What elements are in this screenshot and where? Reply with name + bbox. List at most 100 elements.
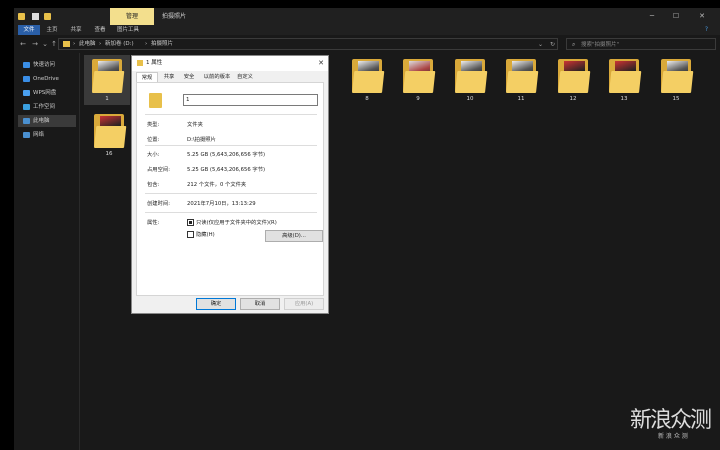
folder-name-field[interactable] (183, 94, 318, 106)
tab-security[interactable]: 安全 (180, 72, 198, 82)
folder-icon (149, 93, 162, 108)
folder-label: 13 (620, 96, 628, 102)
search-box[interactable]: ⌕ (566, 38, 716, 50)
crumb-drive[interactable]: 新加卷 (D:) (105, 39, 134, 50)
crumb-separator: › (99, 41, 102, 47)
ok-button[interactable]: 确定 (196, 298, 236, 310)
folder-icon (403, 59, 436, 93)
sidebar-item-network[interactable]: 网络 (18, 129, 76, 141)
search-input[interactable] (581, 40, 711, 49)
tab-file[interactable]: 文件 (18, 25, 40, 35)
refresh-icon[interactable]: ↻ (550, 39, 555, 50)
folder-label: 9 (416, 96, 420, 102)
dialog-close-button[interactable]: ✕ (318, 56, 324, 71)
new-folder-icon[interactable] (44, 13, 51, 20)
folder-item[interactable]: 11 (498, 55, 544, 105)
chevron-down-icon[interactable]: ⌄ (538, 39, 543, 50)
hidden-label[interactable]: 隐藏(H) (196, 230, 215, 238)
back-button[interactable]: ← (18, 38, 28, 50)
advanced-button[interactable]: 高级(D)... (265, 230, 323, 242)
folder-label: 8 (365, 96, 369, 102)
folder-item[interactable]: 13 (601, 55, 647, 105)
folder-icon (94, 114, 127, 148)
tab-customize[interactable]: 自定义 (234, 72, 256, 82)
folder-item[interactable]: 8 (344, 55, 390, 105)
dialog-title-bar[interactable]: 1 属性 ✕ (132, 56, 328, 71)
tab-picture-tools[interactable]: 图片工具 (112, 25, 144, 35)
divider (145, 212, 317, 213)
divider (145, 114, 317, 115)
computer-icon (23, 117, 30, 124)
folder-label: 15 (672, 96, 680, 102)
location-value: D:\拍摄照片 (187, 137, 216, 143)
tab-previous-versions[interactable]: 以前的版本 (202, 72, 232, 82)
workspace-icon (23, 103, 30, 110)
folder-icon (558, 59, 591, 93)
watermark-subtext: 新 浪 众 测 (658, 433, 688, 440)
readonly-label[interactable]: 只读(仅应用于文件夹中的文件)(R) (196, 218, 277, 226)
tab-sharing[interactable]: 共享 (160, 72, 178, 82)
sidebar-item-quick-access[interactable]: 快速访问 (18, 59, 76, 71)
watermark-logo: 新浪众测 新 浪 众 测 (630, 402, 714, 442)
contextual-tab-manage[interactable]: 管理 (110, 8, 154, 25)
close-button[interactable]: ✕ (690, 8, 714, 25)
contains-value: 212 个文件，0 个文件夹 (187, 182, 247, 188)
attributes-label: 属性: (147, 220, 160, 226)
folder-item[interactable]: 16 (86, 110, 132, 160)
cancel-button[interactable]: 取消 (240, 298, 280, 310)
forward-button[interactable]: → (30, 38, 40, 50)
star-icon (23, 61, 30, 68)
folder-icon (352, 59, 385, 93)
address-bar[interactable]: › 此电脑 › 新加卷 (D:) › 拍摄照片 ⌄ ↻ (58, 38, 558, 50)
sidebar-item-workspace[interactable]: 工作空间 (18, 101, 76, 113)
folder-icon (506, 59, 539, 93)
minimize-button[interactable]: ─ (640, 8, 664, 25)
folder-item[interactable]: 9 (395, 55, 441, 105)
crumb-folder[interactable]: 拍摄照片 (151, 39, 173, 50)
contains-label: 包含: (147, 182, 160, 188)
folder-item[interactable]: 1 (84, 55, 130, 105)
window-title: 拍摄照片 (162, 13, 187, 20)
folder-label: 16 (105, 151, 113, 157)
tab-general[interactable]: 常规 (136, 72, 158, 82)
tab-view[interactable]: 查看 (90, 25, 110, 35)
cloud-icon (23, 89, 30, 96)
location-label: 位置: (147, 137, 160, 143)
sidebar-item-label: 快速访问 (33, 62, 56, 68)
apply-button[interactable]: 应用(A) (284, 298, 324, 310)
folder-label: 1 (105, 96, 109, 102)
search-icon: ⌕ (572, 41, 576, 48)
folder-icon (661, 59, 694, 93)
type-value: 文件夹 (187, 122, 203, 128)
folder-icon (455, 59, 488, 93)
folder-icon (63, 41, 70, 47)
readonly-checkbox[interactable] (187, 219, 194, 226)
maximize-button[interactable]: ☐ (664, 8, 688, 25)
address-row: ← → ⌄ ↑ › 此电脑 › 新加卷 (D:) › 拍摄照片 ⌄ ↻ ⌕ (14, 35, 720, 53)
sidebar-item-label: OneDrive (33, 76, 59, 82)
sidebar-item-label: 工作空间 (33, 104, 56, 110)
folder-item[interactable]: 15 (653, 55, 699, 105)
type-label: 类型: (147, 122, 160, 128)
size-value: 5.25 GB (5,643,206,656 字节) (187, 152, 266, 158)
folder-item[interactable]: 12 (550, 55, 596, 105)
sidebar-item-onedrive[interactable]: OneDrive (18, 73, 76, 85)
title-bar: 管理 拍摄照片 ─ ☐ ✕ (14, 8, 720, 25)
tab-home[interactable]: 主页 (42, 25, 62, 35)
tab-share[interactable]: 共享 (66, 25, 86, 35)
size-label: 大小: (147, 152, 160, 158)
folder-item[interactable]: 10 (447, 55, 493, 105)
crumb-separator: › (145, 41, 148, 47)
ribbon-tabs: 文件 主页 共享 查看 图片工具 ? (14, 25, 720, 35)
cloud-icon (23, 75, 30, 82)
properties-icon[interactable] (32, 13, 39, 20)
folder-icon (92, 59, 125, 93)
sidebar-item-wps[interactable]: WPS网盘 (18, 87, 76, 99)
sidebar-item-this-pc[interactable]: 此电脑 (18, 115, 76, 127)
general-panel: 类型: 文件夹 位置: D:\拍摄照片 大小: 5.25 GB (5,643,2… (136, 82, 324, 296)
crumb-this-pc[interactable]: 此电脑 (79, 39, 96, 50)
help-icon[interactable]: ? (705, 25, 708, 35)
watermark-text: 新浪众测 (630, 408, 712, 433)
folder-label: 12 (569, 96, 577, 102)
hidden-checkbox[interactable] (187, 231, 194, 238)
